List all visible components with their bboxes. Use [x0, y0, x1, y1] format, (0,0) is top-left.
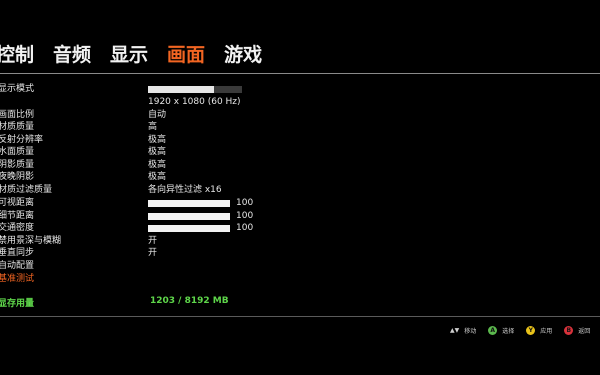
setting-label: 材质质量: [0, 122, 35, 132]
setting-value: 开: [148, 248, 158, 258]
setting-water-quality[interactable]: 水面质量 极高: [0, 146, 598, 159]
setting-value: 高: [148, 122, 158, 132]
vram-label: 显存用量: [0, 299, 35, 309]
setting-display-mode[interactable]: 显示模式: [0, 83, 598, 96]
tab-audio[interactable]: 音频: [53, 42, 91, 72]
setting-value: 极高: [148, 172, 167, 182]
y-button-icon: Y: [526, 325, 536, 335]
slider-value: 100: [236, 198, 254, 208]
setting-label: 材质过滤质量: [0, 184, 53, 195]
tab-controls[interactable]: 控制: [0, 42, 34, 72]
setting-texture-quality[interactable]: 材质质量 高: [0, 121, 598, 134]
hint-back-label: 返回: [578, 327, 591, 335]
setting-label: 垂直同步: [0, 248, 35, 258]
setting-aspect-ratio[interactable]: 画面比例 自动: [0, 109, 598, 122]
display-mode-bar-fill: [148, 86, 214, 93]
setting-label: 阴影质量: [0, 159, 35, 170]
bottom-divider: [0, 316, 600, 317]
tab-game[interactable]: 游戏: [224, 42, 262, 72]
tab-display[interactable]: 显示: [110, 42, 148, 72]
setting-traffic-density[interactable]: 交通密度 100: [0, 222, 598, 235]
setting-label: 禁用景深与模糊: [0, 235, 62, 246]
setting-resolution[interactable]: 1920 x 1080 (60 Hz): [0, 96, 598, 109]
setting-label: 显示模式: [0, 84, 35, 94]
vram-value: 1203 / 8192 MB: [150, 296, 229, 306]
setting-value: 极高: [148, 134, 167, 145]
hint-move: ▲▼ 移动: [450, 326, 476, 335]
setting-detail-distance[interactable]: 细节距离 100: [0, 210, 598, 223]
setting-value: 自动: [148, 109, 167, 120]
hint-move-label: 移动: [464, 327, 477, 335]
traffic-density-slider[interactable]: [148, 225, 230, 232]
setting-reflection-resolution[interactable]: 反射分辨率 极高: [0, 134, 598, 147]
view-distance-slider[interactable]: [148, 200, 230, 207]
setting-label: 细节距离: [0, 210, 35, 221]
slider-value: 100: [236, 223, 254, 233]
setting-label: 反射分辨率: [0, 134, 44, 145]
setting-label: 画面比例: [0, 109, 35, 120]
setting-value: 开: [148, 235, 158, 246]
setting-label: 夜晚阴影: [0, 172, 35, 182]
setting-label: 水面质量: [0, 147, 35, 157]
display-mode-bar[interactable]: [148, 86, 242, 93]
setting-texture-filtering[interactable]: 材质过滤质量 各向异性过滤 x16: [0, 184, 598, 197]
setting-label: 可视距离: [0, 198, 35, 208]
settings-tabs: 控制 音频 显示 画面 游戏: [0, 42, 281, 72]
setting-label: 自动配置: [0, 261, 35, 271]
setting-benchmark[interactable]: 基准测试: [0, 273, 598, 286]
setting-auto-config[interactable]: 自动配置: [0, 260, 598, 273]
dpad-updown-icon: ▲▼: [450, 326, 460, 334]
setting-value: 极高: [148, 147, 167, 157]
setting-night-shadows[interactable]: 夜晚阴影 极高: [0, 171, 598, 184]
a-button-icon: A: [488, 325, 498, 335]
hint-apply[interactable]: Y 应用: [526, 325, 553, 335]
b-button-icon: B: [564, 325, 574, 335]
setting-label: 交通密度: [0, 223, 35, 233]
detail-distance-slider[interactable]: [148, 212, 230, 220]
hint-select-label: 选择: [502, 327, 515, 335]
button-hints: ▲▼ 移动 A 选择 Y 应用 B 返回: [450, 323, 600, 337]
setting-view-distance[interactable]: 可视距离 100: [0, 197, 598, 210]
setting-vsync[interactable]: 垂直同步 开: [0, 247, 598, 260]
setting-shadow-quality[interactable]: 阴影质量 极高: [0, 159, 598, 172]
setting-value: 各向异性过滤 x16: [148, 184, 222, 195]
hint-apply-label: 应用: [540, 327, 553, 335]
setting-value: 极高: [148, 159, 167, 170]
setting-value: 1920 x 1080 (60 Hz): [148, 97, 241, 107]
slider-value: 100: [236, 210, 254, 221]
setting-disable-dof-blur[interactable]: 禁用景深与模糊 开: [0, 235, 598, 248]
hint-select[interactable]: A 选择: [488, 325, 515, 335]
hint-back[interactable]: B 返回: [564, 325, 591, 335]
tab-graphics[interactable]: 画面: [167, 42, 205, 72]
top-divider: [0, 73, 600, 74]
setting-label: 基准测试: [0, 273, 35, 284]
